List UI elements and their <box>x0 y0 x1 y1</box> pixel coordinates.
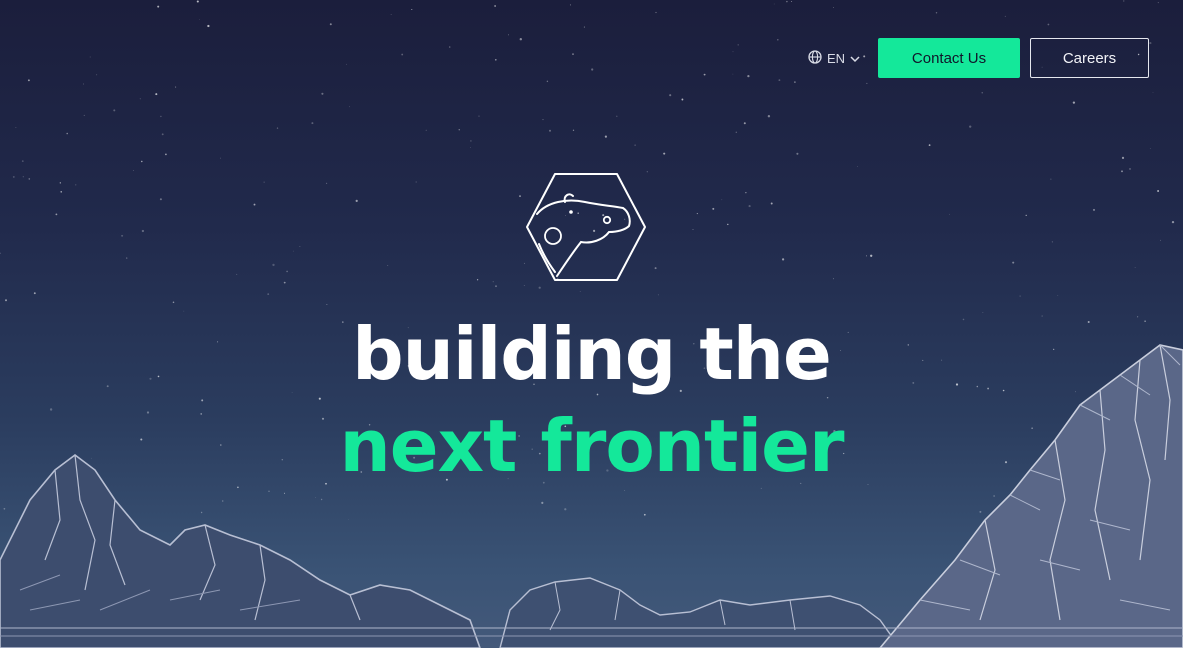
hero-headline-line-1: building the <box>352 312 832 396</box>
globe-icon <box>808 49 822 67</box>
language-code: EN <box>826 50 845 66</box>
careers-button[interactable]: Careers <box>1030 38 1149 78</box>
contact-us-button[interactable]: Contact Us <box>878 38 1020 78</box>
hero-section: EN Contact Us Careers building the next … <box>0 0 1183 648</box>
chevron-down-icon <box>850 51 860 66</box>
language-selector[interactable]: EN <box>808 49 860 67</box>
polar-bear-hexagon-logo <box>526 173 646 281</box>
top-navigation: EN Contact Us Careers <box>808 38 1149 78</box>
hero-headline-line-2: next frontier <box>339 404 844 488</box>
